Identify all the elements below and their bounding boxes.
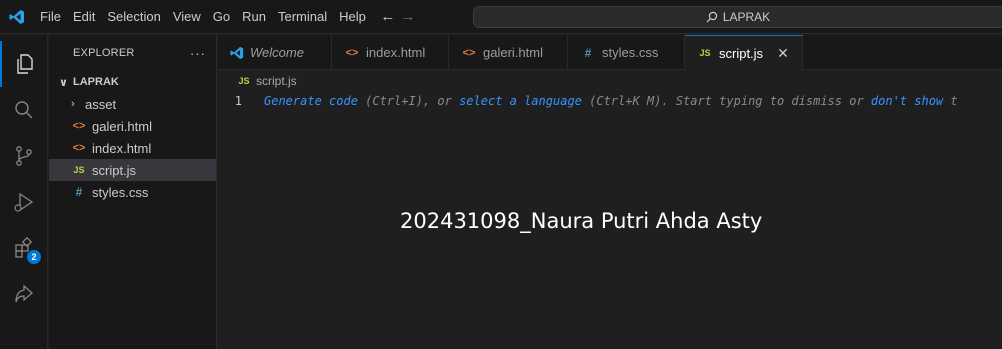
tree-item-script-js[interactable]: JS script.js bbox=[49, 159, 216, 181]
tree-item-label: galeri.html bbox=[92, 118, 152, 134]
command-center-label: LAPRAK bbox=[722, 10, 771, 24]
search-icon bbox=[15, 101, 33, 119]
close-icon[interactable]: ✕ bbox=[777, 45, 789, 62]
breadcrumb[interactable]: JS script.js bbox=[218, 71, 1002, 91]
menu-bar: File Edit Selection View Go Run Terminal… bbox=[34, 0, 372, 34]
menu-edit[interactable]: Edit bbox=[67, 0, 101, 34]
menu-run[interactable]: Run bbox=[236, 0, 272, 34]
tab-label: index.html bbox=[366, 45, 426, 60]
vscode-logo-icon bbox=[0, 0, 34, 34]
search-icon bbox=[706, 11, 718, 23]
breadcrumb-file[interactable]: script.js bbox=[256, 74, 297, 88]
html-file-icon: <> bbox=[72, 120, 86, 132]
menu-terminal[interactable]: Terminal bbox=[272, 0, 333, 34]
extensions-badge: 2 bbox=[27, 250, 41, 264]
line-number: 1 bbox=[234, 94, 242, 108]
tree-item-styles-css[interactable]: # styles.css bbox=[49, 181, 216, 203]
tree-item-label: index.html bbox=[92, 140, 152, 156]
title-bar: File Edit Selection View Go Run Terminal… bbox=[0, 0, 1002, 34]
search-activity-button[interactable] bbox=[0, 87, 48, 133]
tab-label: Welcome bbox=[250, 45, 304, 60]
generate-code-link[interactable]: Generate code bbox=[264, 94, 358, 108]
tab-label: styles.css bbox=[602, 45, 659, 60]
html-file-icon: <> bbox=[345, 46, 359, 59]
workspace-folder[interactable]: ∨ LAPRAK bbox=[49, 71, 216, 93]
tab-galeri-html[interactable]: <> galeri.html bbox=[449, 35, 568, 70]
tab-script-js[interactable]: JS script.js ✕ bbox=[685, 35, 803, 70]
explorer-title: EXPLORER bbox=[73, 47, 135, 59]
html-file-icon: <> bbox=[72, 142, 86, 154]
js-file-icon: JS bbox=[73, 165, 85, 175]
source-control-icon bbox=[16, 146, 32, 166]
menu-help[interactable]: Help bbox=[333, 0, 372, 34]
chevron-right-icon: › bbox=[71, 98, 75, 110]
hint-text: t bbox=[943, 94, 958, 108]
command-center-search[interactable]: LAPRAK bbox=[473, 6, 1002, 28]
tree-item-label: styles.css bbox=[92, 184, 149, 200]
tree-item-index-html[interactable]: <> index.html bbox=[49, 137, 216, 159]
source-control-activity-button[interactable] bbox=[0, 133, 48, 179]
hint-text: (Ctrl+I), or bbox=[357, 94, 460, 108]
menu-selection[interactable]: Selection bbox=[101, 0, 166, 34]
workspace-folder-label: LAPRAK bbox=[73, 76, 119, 88]
menu-view[interactable]: View bbox=[167, 0, 207, 34]
run-debug-icon bbox=[14, 192, 34, 212]
tree-item-label: asset bbox=[85, 96, 117, 112]
tab-label: script.js bbox=[719, 45, 764, 61]
files-icon bbox=[17, 54, 33, 74]
menu-go[interactable]: Go bbox=[207, 0, 236, 34]
chevron-down-icon: ∨ bbox=[59, 76, 68, 89]
vscode-icon bbox=[230, 46, 244, 59]
explorer-header: EXPLORER ··· bbox=[49, 35, 216, 71]
tree-item-asset[interactable]: › asset bbox=[49, 93, 216, 115]
hint-text: (Ctrl+K M). Start typing to dismiss or bbox=[581, 94, 871, 108]
editor-tabs: Welcome <> index.html <> galeri.html # s… bbox=[218, 35, 1002, 70]
css-file-icon: # bbox=[584, 45, 592, 60]
js-file-icon: JS bbox=[699, 48, 711, 58]
tree-item-label: script.js bbox=[92, 162, 137, 178]
empty-editor-hint: Generate code (Ctrl+I), or select a lang… bbox=[264, 94, 958, 108]
css-file-icon: # bbox=[75, 185, 83, 199]
code-line[interactable]: 1 Generate code (Ctrl+I), or select a la… bbox=[218, 91, 1002, 111]
js-file-icon: JS bbox=[238, 76, 250, 86]
back-arrow-icon[interactable]: ← bbox=[378, 0, 398, 34]
menu-file[interactable]: File bbox=[34, 0, 67, 34]
select-language-link[interactable]: select a language bbox=[459, 94, 582, 108]
extensions-activity-button[interactable]: 2 bbox=[0, 225, 48, 271]
forward-arrow-icon[interactable]: → bbox=[398, 0, 418, 34]
watermark-name-text: 202431098_Naura Putri Ahda Asty bbox=[400, 209, 763, 233]
editor-area[interactable]: JS script.js 1 Generate code (Ctrl+I), o… bbox=[218, 71, 1002, 349]
explorer-activity-button[interactable] bbox=[0, 41, 48, 87]
tab-label: galeri.html bbox=[483, 45, 543, 60]
tree-item-galeri-html[interactable]: <> galeri.html bbox=[49, 115, 216, 137]
tab-index-html[interactable]: <> index.html bbox=[332, 35, 449, 70]
share-icon bbox=[15, 284, 33, 303]
tab-welcome[interactable]: Welcome bbox=[218, 35, 332, 70]
html-file-icon: <> bbox=[462, 46, 476, 59]
dont-show-link[interactable]: don't show bbox=[871, 94, 943, 108]
run-debug-activity-button[interactable] bbox=[0, 179, 48, 225]
explorer-sidebar: EXPLORER ··· ∨ LAPRAK › asset <> galeri.… bbox=[49, 35, 217, 349]
remote-activity-button[interactable] bbox=[0, 271, 48, 317]
more-actions-icon[interactable]: ··· bbox=[190, 46, 206, 61]
activity-bar: 2 bbox=[0, 35, 48, 349]
tab-styles-css[interactable]: # styles.css bbox=[568, 35, 685, 70]
